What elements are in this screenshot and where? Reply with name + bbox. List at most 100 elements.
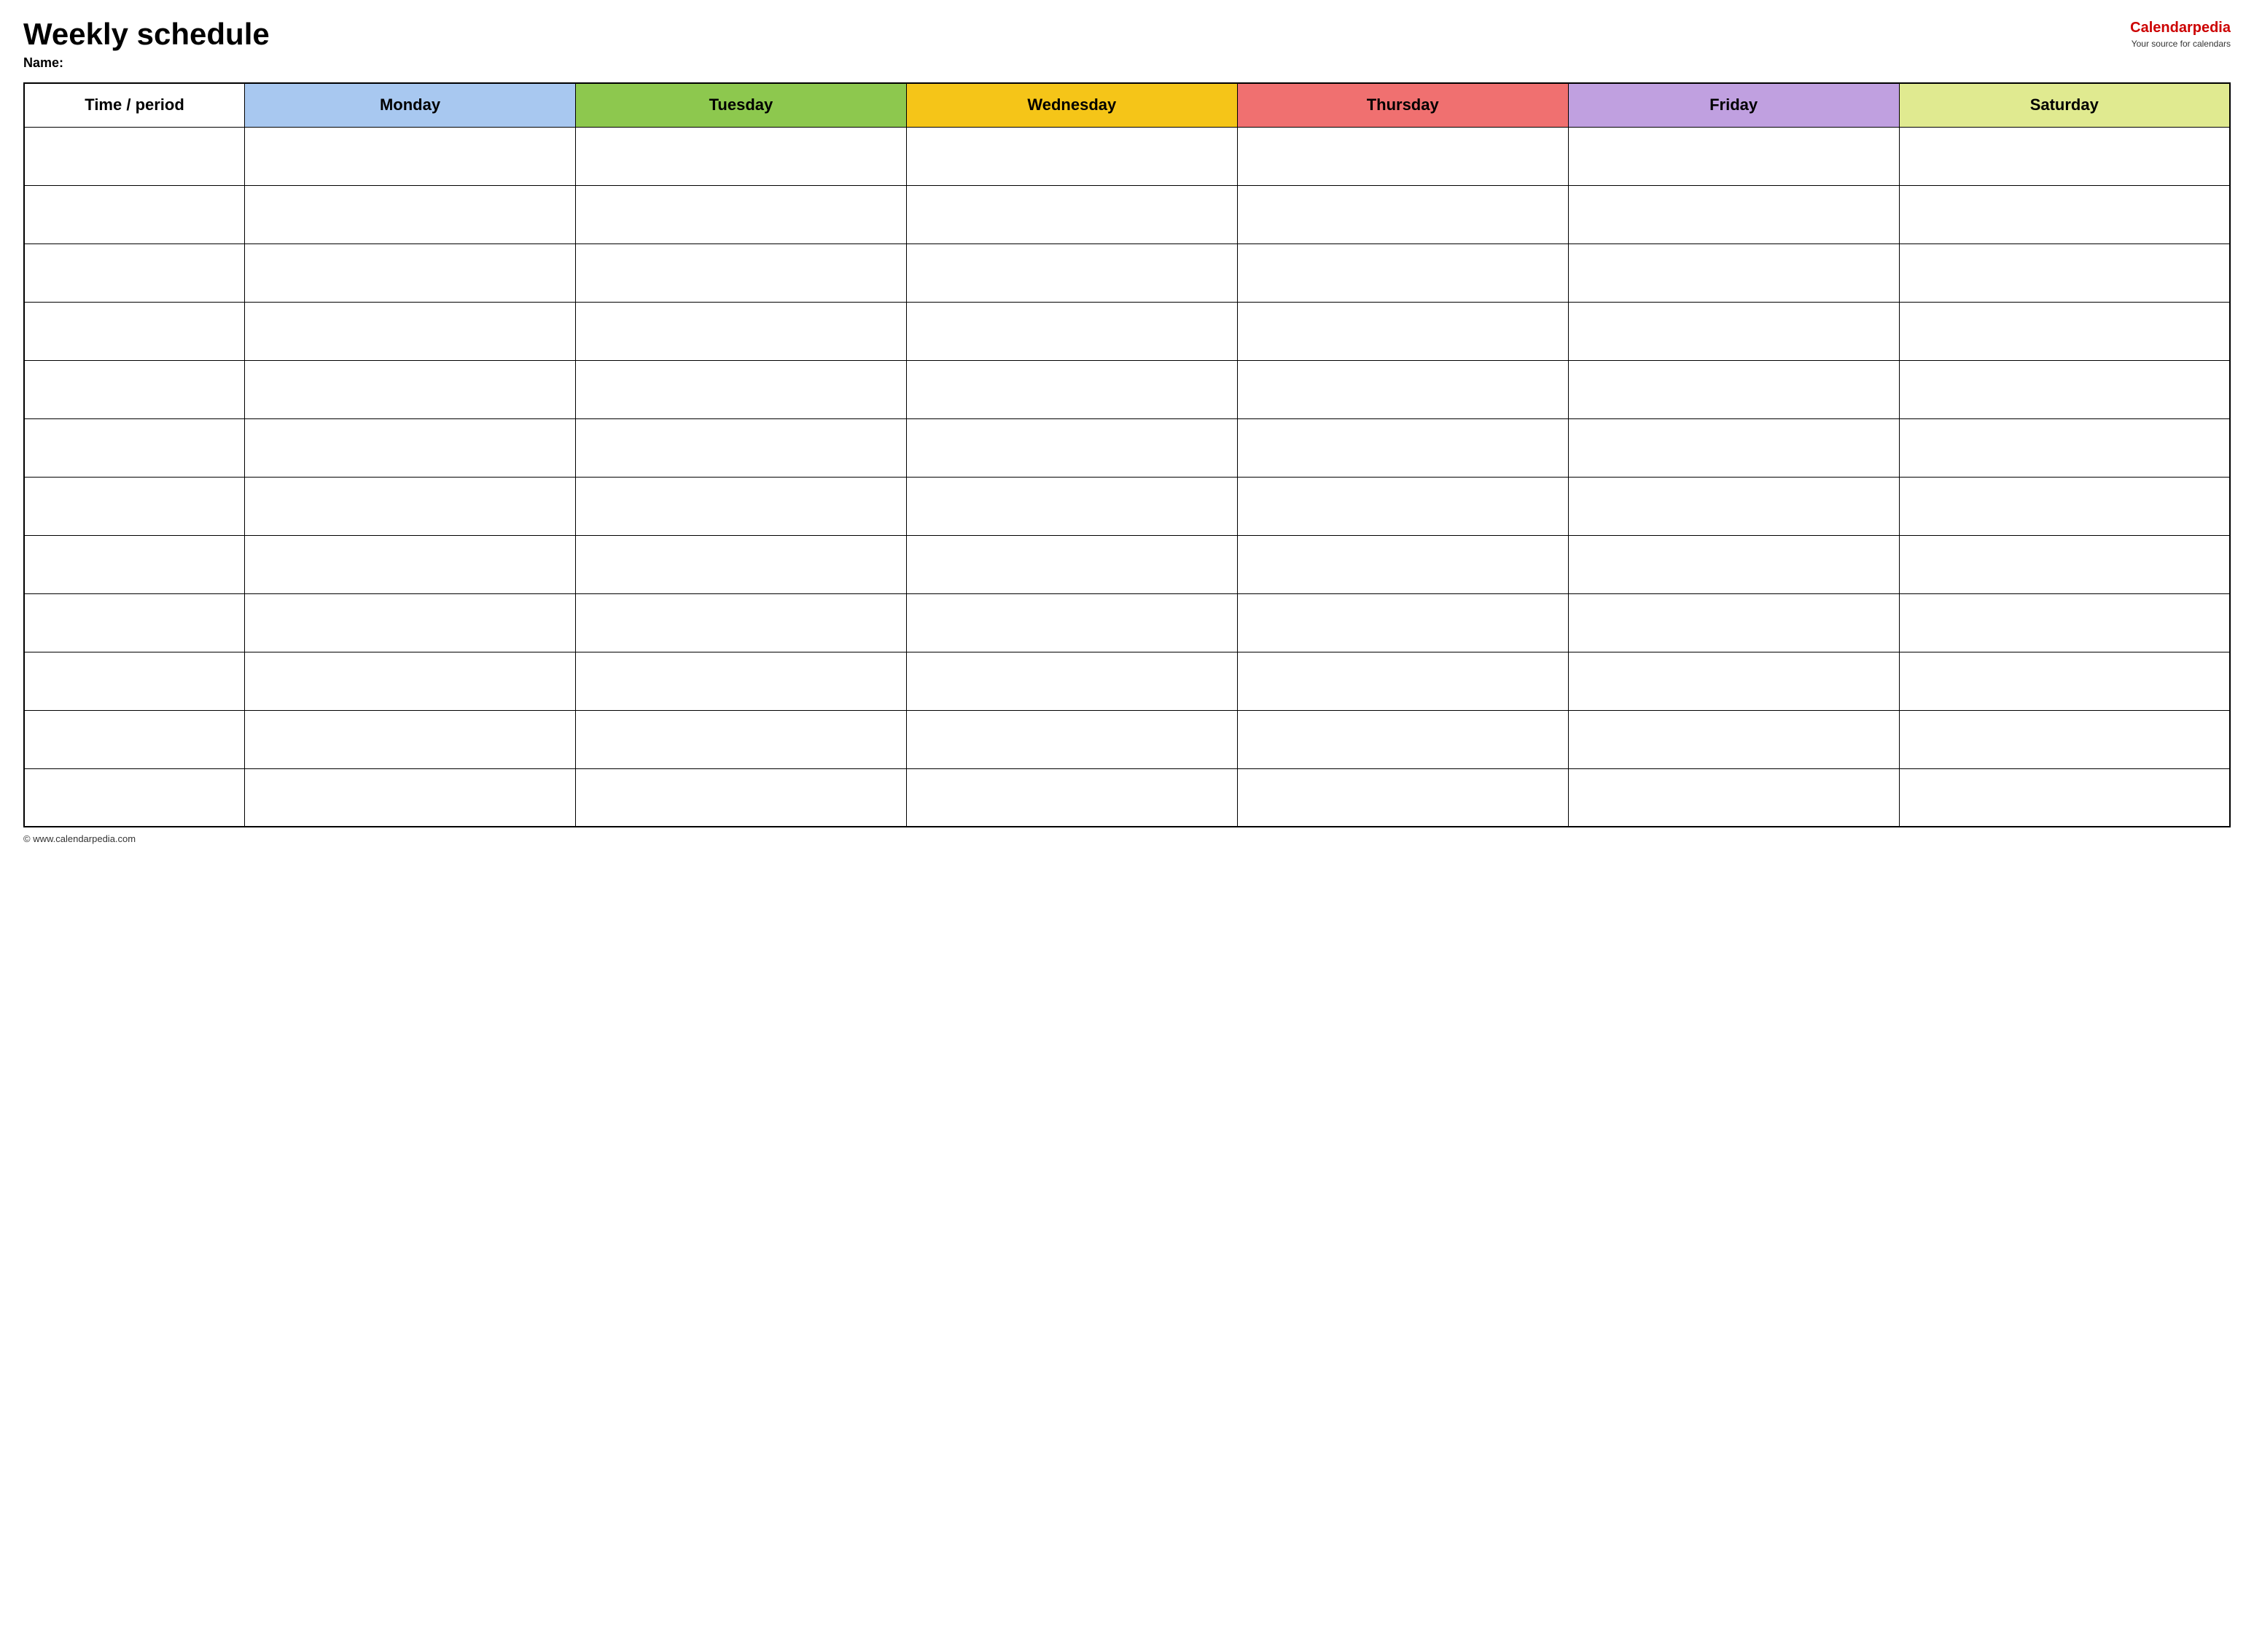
schedule-cell[interactable] — [1899, 710, 2230, 768]
time-cell[interactable] — [24, 302, 245, 360]
schedule-cell[interactable] — [245, 710, 576, 768]
schedule-cell[interactable] — [575, 535, 906, 593]
schedule-cell[interactable] — [1568, 418, 1899, 477]
schedule-cell[interactable] — [906, 360, 1237, 418]
schedule-cell[interactable] — [1899, 243, 2230, 302]
schedule-cell[interactable] — [1237, 127, 1568, 185]
schedule-cell[interactable] — [906, 535, 1237, 593]
schedule-cell[interactable] — [575, 593, 906, 652]
schedule-cell[interactable] — [245, 243, 576, 302]
schedule-cell[interactable] — [245, 477, 576, 535]
header-monday: Monday — [245, 83, 576, 127]
schedule-cell[interactable] — [1568, 302, 1899, 360]
table-row — [24, 302, 2230, 360]
logo-red-text: pedia — [2193, 20, 2231, 36]
time-cell[interactable] — [24, 535, 245, 593]
schedule-cell[interactable] — [1568, 360, 1899, 418]
logo-tagline: Your source for calendars — [2130, 38, 2231, 50]
schedule-cell[interactable] — [245, 185, 576, 243]
schedule-cell[interactable] — [575, 185, 906, 243]
time-cell[interactable] — [24, 477, 245, 535]
schedule-cell[interactable] — [906, 243, 1237, 302]
schedule-cell[interactable] — [1568, 593, 1899, 652]
schedule-cell[interactable] — [906, 477, 1237, 535]
header-friday: Friday — [1568, 83, 1899, 127]
schedule-cell[interactable] — [1237, 768, 1568, 827]
schedule-cell[interactable] — [1568, 127, 1899, 185]
schedule-cell[interactable] — [1899, 535, 2230, 593]
schedule-cell[interactable] — [575, 768, 906, 827]
schedule-cell[interactable] — [906, 127, 1237, 185]
schedule-cell[interactable] — [245, 302, 576, 360]
schedule-cell[interactable] — [906, 768, 1237, 827]
schedule-cell[interactable] — [245, 360, 576, 418]
schedule-cell[interactable] — [575, 652, 906, 710]
time-cell[interactable] — [24, 185, 245, 243]
schedule-cell[interactable] — [1237, 418, 1568, 477]
time-cell[interactable] — [24, 710, 245, 768]
schedule-cell[interactable] — [906, 652, 1237, 710]
schedule-cell[interactable] — [906, 418, 1237, 477]
schedule-cell[interactable] — [575, 477, 906, 535]
time-cell[interactable] — [24, 127, 245, 185]
table-row — [24, 593, 2230, 652]
schedule-cell[interactable] — [1899, 127, 2230, 185]
schedule-cell[interactable] — [906, 593, 1237, 652]
time-cell[interactable] — [24, 418, 245, 477]
schedule-cell[interactable] — [245, 768, 576, 827]
schedule-cell[interactable] — [906, 710, 1237, 768]
schedule-cell[interactable] — [1899, 185, 2230, 243]
schedule-cell[interactable] — [1568, 243, 1899, 302]
table-row — [24, 535, 2230, 593]
schedule-cell[interactable] — [1899, 360, 2230, 418]
time-cell[interactable] — [24, 768, 245, 827]
time-cell[interactable] — [24, 652, 245, 710]
schedule-cell[interactable] — [1899, 477, 2230, 535]
time-cell[interactable] — [24, 243, 245, 302]
footer-url: © www.calendarpedia.com — [23, 833, 136, 844]
schedule-cell[interactable] — [1899, 302, 2230, 360]
schedule-cell[interactable] — [575, 243, 906, 302]
schedule-cell[interactable] — [575, 418, 906, 477]
schedule-cell[interactable] — [1899, 652, 2230, 710]
schedule-cell[interactable] — [1899, 418, 2230, 477]
table-row — [24, 710, 2230, 768]
schedule-cell[interactable] — [1568, 535, 1899, 593]
time-cell[interactable] — [24, 593, 245, 652]
schedule-cell[interactable] — [245, 593, 576, 652]
schedule-cell[interactable] — [1237, 710, 1568, 768]
schedule-cell[interactable] — [1568, 710, 1899, 768]
schedule-cell[interactable] — [1899, 593, 2230, 652]
schedule-cell[interactable] — [245, 652, 576, 710]
logo-text: Calendarpedia — [2130, 17, 2231, 38]
header-thursday: Thursday — [1237, 83, 1568, 127]
schedule-cell[interactable] — [1237, 185, 1568, 243]
schedule-cell[interactable] — [1237, 360, 1568, 418]
schedule-cell[interactable] — [575, 360, 906, 418]
schedule-cell[interactable] — [1568, 652, 1899, 710]
header-wednesday: Wednesday — [906, 83, 1237, 127]
schedule-cell[interactable] — [575, 710, 906, 768]
schedule-cell[interactable] — [1237, 477, 1568, 535]
schedule-cell[interactable] — [1237, 535, 1568, 593]
schedule-cell[interactable] — [245, 535, 576, 593]
header-tuesday: Tuesday — [575, 83, 906, 127]
schedule-cell[interactable] — [1568, 185, 1899, 243]
schedule-cell[interactable] — [1899, 768, 2230, 827]
schedule-cell[interactable] — [575, 127, 906, 185]
footer: © www.calendarpedia.com — [23, 833, 2231, 844]
schedule-cell[interactable] — [1237, 652, 1568, 710]
schedule-cell[interactable] — [1237, 302, 1568, 360]
table-row — [24, 185, 2230, 243]
schedule-cell[interactable] — [1237, 243, 1568, 302]
schedule-cell[interactable] — [1568, 477, 1899, 535]
schedule-cell[interactable] — [906, 185, 1237, 243]
schedule-cell[interactable] — [575, 302, 906, 360]
schedule-cell[interactable] — [906, 302, 1237, 360]
schedule-cell[interactable] — [1237, 593, 1568, 652]
page-title: Weekly schedule — [23, 17, 270, 51]
schedule-cell[interactable] — [245, 127, 576, 185]
schedule-cell[interactable] — [1568, 768, 1899, 827]
time-cell[interactable] — [24, 360, 245, 418]
schedule-cell[interactable] — [245, 418, 576, 477]
